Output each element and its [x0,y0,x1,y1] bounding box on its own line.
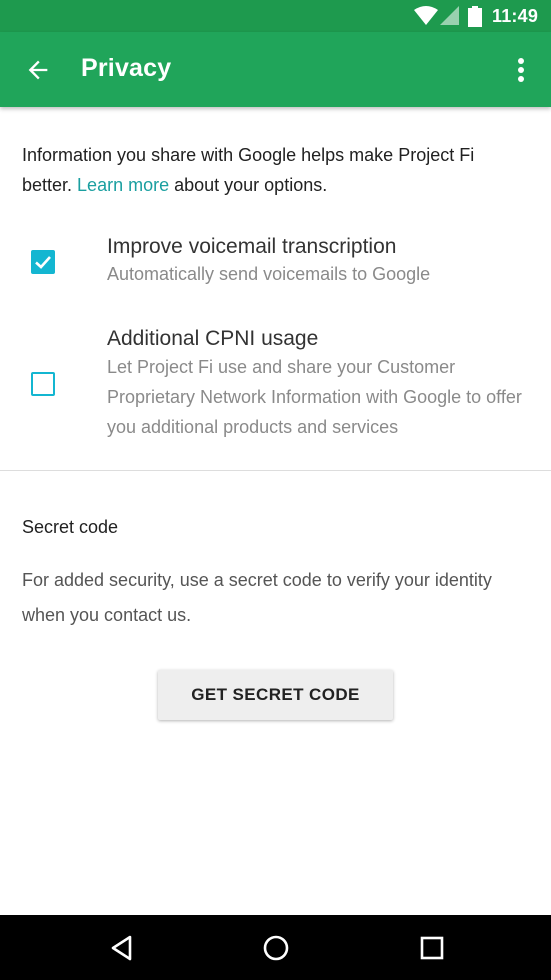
setting-title: Improve voicemail transcription [107,235,397,258]
intro-text: Information you share with Google helps … [22,140,522,200]
page-title: Privacy [81,54,172,82]
setting-voicemail-transcription[interactable]: Improve voicemail transcription Automati… [0,230,551,300]
system-nav-bar [0,915,551,980]
setting-cpni-usage[interactable]: Additional CPNI usage Let Project Fi use… [0,322,551,447]
secret-code-description: For added security, use a secret code to… [22,570,492,625]
setting-subtitle: Automatically send voicemails to Google [107,264,431,284]
get-secret-code-button[interactable]: GET SECRET CODE [158,670,393,720]
status-bar: 11:49 [0,0,551,32]
status-time: 11:49 [492,6,539,26]
setting-title: Additional CPNI usage [107,327,319,350]
arrow-back-icon[interactable] [24,56,52,84]
learn-more-link[interactable]: Learn more [77,175,169,195]
cell-signal-icon [440,6,460,31]
battery-icon [468,6,482,32]
intro-text-after: about your options. [169,175,328,195]
recents-square-icon[interactable] [417,933,447,963]
home-circle-icon[interactable] [261,933,291,963]
secret-code-title: Secret code [22,517,119,537]
app-bar: Privacy [0,32,551,107]
back-triangle-icon[interactable] [107,933,137,963]
wifi-icon [414,6,438,31]
more-vert-icon[interactable] [510,56,532,84]
divider [0,470,551,471]
setting-subtitle: Let Project Fi use and share your Custom… [107,357,522,437]
voicemail-transcription-checkbox[interactable] [31,250,55,274]
cpni-usage-checkbox[interactable] [31,372,55,396]
